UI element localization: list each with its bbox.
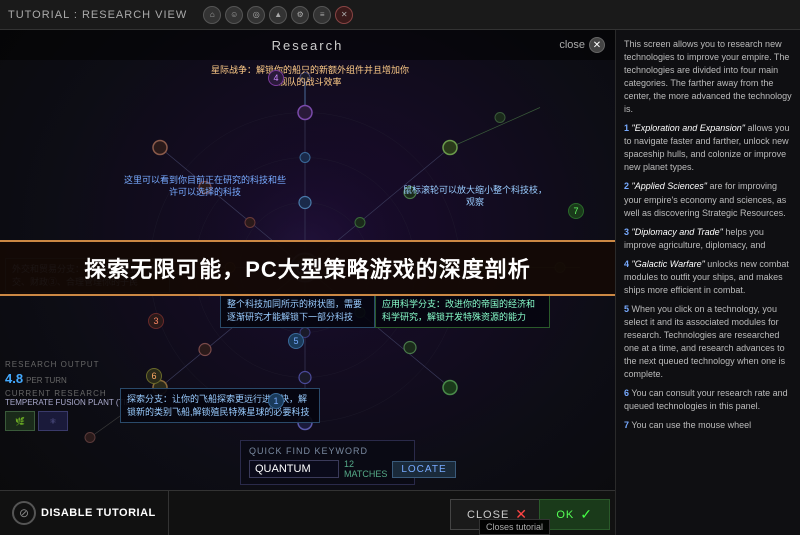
applied-sciences-tooltip: 应用科学分支：改进你的帝国的经济和科学研究，解锁开发特殊资源的能力 <box>375 293 550 328</box>
disable-tutorial-button[interactable]: ⊘ DISABLE TUTORIAL <box>0 491 169 535</box>
tip-7: 7 You can use the mouse wheel <box>624 419 792 432</box>
quick-find-input[interactable] <box>249 460 339 478</box>
current-research-label: 这里可以看到你目前正在研究的科技和些许可以选择的科技 <box>120 175 290 198</box>
badge-1: 1 <box>268 393 284 409</box>
intro-text: This screen allows you to research new t… <box>624 38 792 116</box>
banner: 探索无限可能，PC大型策略游戏的深度剖析 <box>0 240 615 296</box>
badge-4: 4 <box>268 70 284 86</box>
research-title: Research <box>10 38 605 53</box>
close-research-button[interactable]: close ✕ <box>559 37 605 53</box>
closes-tutorial-tooltip: Closes tutorial <box>479 519 550 535</box>
bottom-bar: ⊘ DISABLE TUTORIAL CLOSE ✕ OK ✓ Closes t… <box>0 490 615 535</box>
faction-icon[interactable]: ☺ <box>225 6 243 24</box>
right-info-panel: This screen allows you to research new t… <box>615 30 800 535</box>
close-icon[interactable]: ✕ <box>335 6 353 24</box>
quick-find-panel: QUICK FIND KEYWORD 12 MATCHES LOCATE <box>240 440 415 485</box>
close-x-icon[interactable]: ✕ <box>589 37 605 53</box>
tech-icon[interactable]: ⚙ <box>291 6 309 24</box>
badge-6: 6 <box>146 368 162 384</box>
tip-2: 2 "Applied Sciences" are for improving y… <box>624 180 792 219</box>
badge-7: 7 <box>568 203 584 219</box>
quick-find-label: QUICK FIND KEYWORD <box>249 446 406 456</box>
research-header: Research close ✕ <box>0 30 615 60</box>
badge-3: 3 <box>148 313 164 329</box>
disable-icon: ⊘ <box>12 501 36 525</box>
banner-text: 探索无限可能，PC大型策略游戏的深度剖析 <box>20 252 595 284</box>
check-icon: ✓ <box>580 506 593 523</box>
research-panel: Research close ✕ <box>0 30 615 535</box>
tip-6: 6 You can consult your research rate and… <box>624 387 792 413</box>
settings-icon[interactable]: ≡ <box>313 6 331 24</box>
match-count: 12 MATCHES <box>344 459 387 479</box>
galactic-warfare-label: 星际战争：解锁你的船只的新额外组件并且增加你舰队的战斗效率 <box>210 65 410 88</box>
locate-button[interactable]: LOCATE <box>392 461 455 478</box>
badge-5: 5 <box>288 333 304 349</box>
tip-3: 3 "Diplomacy and Trade" helps you improv… <box>624 226 792 252</box>
main-container: Research close ✕ <box>0 30 800 535</box>
title-bar: TUTORIAL : RESEARCH VIEW ⌂ ☺ ◎ ▲ ⚙ ≡ ✕ <box>0 0 800 30</box>
tip-5: 5 When you click on a technology, you se… <box>624 303 792 381</box>
home-icon[interactable]: ⌂ <box>203 6 221 24</box>
exploration-tooltip: 探索分支：让你的飞船探索更远行进更快，解锁新的类别飞船,解锁殖民特殊星球的必要科… <box>120 388 320 423</box>
title-bar-text: TUTORIAL : RESEARCH VIEW <box>8 9 187 21</box>
fleet-icon[interactable]: ▲ <box>269 6 287 24</box>
planet-icon[interactable]: ◎ <box>247 6 265 24</box>
scroll-tip-label: 鼠标滚轮可以放大缩小整个科技枝，观察 <box>400 185 550 208</box>
mid-tree-tooltip: 整个科技加同所示的树状图，需要逐渐研究才能解锁下一部分科技 <box>220 293 375 328</box>
tip-4: 4 "Galactic Warfare" unlocks new combat … <box>624 258 792 297</box>
tip-1: 1 "Exploration and Expansion" allows you… <box>624 122 792 174</box>
disable-tutorial-label: DISABLE TUTORIAL <box>41 507 156 519</box>
